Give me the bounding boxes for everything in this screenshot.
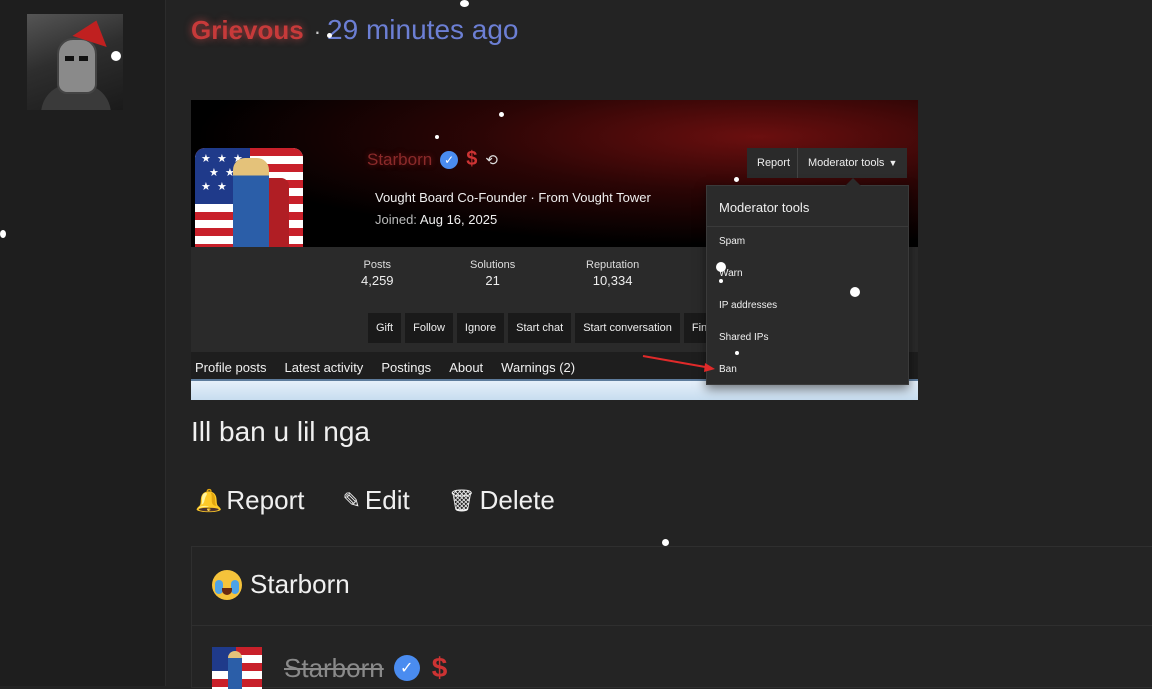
joined-date: Aug 16, 2025	[419, 212, 498, 227]
stat-posts: Posts 4,259	[361, 259, 394, 288]
stat-value: 10,334	[592, 273, 633, 288]
message-arrow	[145, 42, 165, 82]
snowflake	[716, 262, 726, 272]
post-header: Grievous · 29 minutes ago	[191, 14, 519, 54]
history-icon: ⟲	[485, 151, 498, 169]
stat-solutions: Solutions 21	[470, 259, 515, 288]
stat-label: Reputation	[586, 259, 640, 271]
stat-label: Posts	[363, 259, 392, 271]
reaction-name: Starborn	[250, 569, 350, 599]
moderator-tools-menu: Moderator tools Spam Warn IP addresses S…	[706, 178, 909, 385]
profile-action-row: Gift Follow Ignore Start chat Start conv…	[368, 313, 722, 343]
red-arrow-annotation	[642, 355, 715, 372]
verified-check-icon: ✓	[440, 150, 459, 169]
bell-icon: 🔔	[195, 487, 223, 513]
post-body-text: Ill ban u lil nga	[191, 416, 371, 447]
profile-title-line: Vought Board Co-Founder · From Vought To…	[375, 190, 651, 205]
menu-title: Moderator tools	[719, 200, 810, 215]
trash-icon: 🗑	[447, 487, 476, 513]
menu-item-ban: Ban	[719, 364, 737, 375]
dollar-icon: $	[466, 148, 478, 170]
pencil-icon: ✎	[342, 487, 361, 513]
snowflake	[719, 279, 723, 283]
stat-reputation: Reputation 10,334	[586, 259, 639, 288]
snowflake	[435, 135, 439, 139]
snowflake	[499, 112, 504, 117]
tab-postings: Postings	[381, 359, 432, 375]
menu-item-ip-addresses: IP addresses	[719, 300, 778, 311]
menu-item-spam: Spam	[719, 236, 746, 247]
header-separator: ·	[313, 19, 322, 44]
tab-profile-posts: Profile posts	[195, 359, 267, 375]
stat-label: Solutions	[470, 259, 516, 271]
snowflake	[735, 351, 739, 355]
post-author-link[interactable]: Grievous	[191, 15, 304, 46]
moderator-tools-button: Moderator tools ▼	[797, 148, 908, 178]
reaction-username[interactable]: Starborn	[284, 653, 384, 684]
follow-button: Follow	[405, 313, 453, 343]
tab-about: About	[449, 359, 484, 375]
edit-label: Edit	[364, 485, 410, 515]
reaction-header: Starborn	[212, 569, 350, 600]
profile-name-row: Starborn ✓ $ ⟲	[367, 148, 498, 171]
post-sidebar	[0, 0, 166, 686]
crying-laughing-emoji-icon	[212, 569, 242, 600]
menu-item-shared-ips: Shared IPs	[719, 332, 769, 343]
profile-report-button: Report	[747, 148, 801, 178]
snowflake	[460, 0, 469, 7]
snowflake	[850, 287, 860, 297]
snowflake	[327, 33, 332, 38]
start-conversation-button: Start conversation	[575, 313, 680, 343]
moderator-tools-label: Moderator tools	[808, 157, 885, 169]
author-avatar[interactable]	[27, 14, 123, 110]
stat-value: 4,259	[361, 273, 394, 288]
delete-label: Delete	[479, 485, 555, 515]
delete-button[interactable]: 🗑 Delete	[448, 485, 555, 516]
ignore-button: Ignore	[456, 313, 505, 343]
embedded-screenshot[interactable]: ★ ★ ★ ★ ★ ★ ★ ★ Starborn ✓ $ ⟲ Vought Bo…	[191, 100, 918, 400]
post-timestamp[interactable]: 29 minutes ago	[327, 14, 518, 46]
tab-warnings: Warnings (2)	[501, 359, 576, 375]
edit-button[interactable]: ✎ Edit	[342, 485, 409, 516]
profile-username: Starborn	[367, 149, 433, 169]
joined-label: Joined:	[375, 212, 417, 227]
snowflake	[662, 539, 669, 546]
reaction-user-avatar[interactable]	[212, 647, 262, 689]
tab-latest-activity: Latest activity	[284, 359, 364, 375]
report-label: Report	[226, 485, 305, 515]
dollar-icon: $	[431, 652, 448, 683]
stat-value: 21	[485, 273, 500, 288]
snowflake	[0, 230, 6, 238]
post-actions: 🔔 Report ✎ Edit 🗑 Delete	[195, 485, 555, 516]
snowflake	[734, 177, 739, 182]
verified-check-icon: ✓	[393, 655, 420, 681]
reaction-panel: Starborn Starborn ✓ $	[191, 546, 1152, 689]
profile-joined: Joined: Aug 16, 2025	[375, 212, 497, 227]
report-button[interactable]: 🔔 Report	[195, 485, 304, 516]
profile-avatar: ★ ★ ★ ★ ★ ★ ★ ★	[195, 148, 303, 256]
caret-down-icon: ▼	[888, 158, 898, 168]
start-chat-button: Start chat	[508, 313, 572, 343]
reaction-user-row: Starborn ✓ $	[212, 647, 447, 689]
gift-button: Gift	[368, 313, 402, 343]
